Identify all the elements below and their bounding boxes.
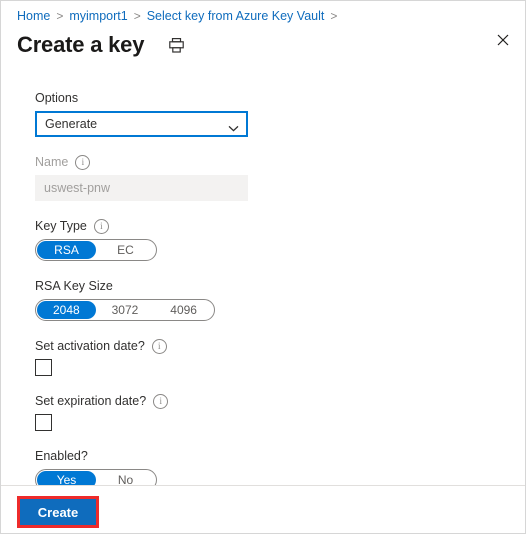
key-type-label-text: Key Type xyxy=(35,219,87,233)
page-title: Create a key xyxy=(17,32,145,57)
enabled-toggle[interactable]: Yes No xyxy=(35,469,157,485)
key-type-label: Key Type i xyxy=(35,218,509,235)
name-label-text: Name xyxy=(35,155,69,169)
create-button-highlight: Create xyxy=(17,496,99,528)
key-type-option-rsa[interactable]: RSA xyxy=(37,241,96,259)
field-activation-date: Set activation date? i xyxy=(35,338,509,376)
name-input: uswest-pnw xyxy=(35,175,248,201)
key-type-toggle[interactable]: RSA EC xyxy=(35,239,157,261)
rsa-key-size-toggle[interactable]: 2048 3072 4096 xyxy=(35,299,215,321)
info-icon[interactable]: i xyxy=(151,339,167,354)
create-button[interactable]: Create xyxy=(20,499,96,525)
close-icon[interactable] xyxy=(491,28,515,52)
rsa-key-size-label: RSA Key Size xyxy=(35,279,113,293)
expiration-date-checkbox[interactable] xyxy=(35,414,52,431)
activation-date-checkbox[interactable] xyxy=(35,359,52,376)
printer-icon[interactable] xyxy=(166,35,186,55)
create-key-blade: Home > myimport1 > Select key from Azure… xyxy=(0,0,526,534)
key-type-option-ec[interactable]: EC xyxy=(96,241,155,259)
field-expiration-date: Set expiration date? i xyxy=(35,393,509,431)
chevron-down-icon xyxy=(228,121,239,131)
breadcrumb-separator-icon: > xyxy=(56,9,64,23)
expiration-date-label: Set expiration date? i xyxy=(35,393,509,410)
field-key-type: Key Type i RSA EC xyxy=(35,218,509,261)
enabled-label: Enabled? xyxy=(35,449,88,463)
form-area: Options Generate Name i uswest-pnw Key T… xyxy=(1,60,525,485)
info-icon[interactable]: i xyxy=(75,155,91,170)
breadcrumb: Home > myimport1 > Select key from Azure… xyxy=(1,1,525,24)
title-row: Create a key xyxy=(1,24,525,60)
rsa-key-size-option-4096[interactable]: 4096 xyxy=(154,301,213,319)
info-icon[interactable]: i xyxy=(153,394,169,409)
activation-date-label: Set activation date? i xyxy=(35,338,509,355)
options-select[interactable]: Generate xyxy=(35,111,248,137)
enabled-option-no[interactable]: No xyxy=(96,471,155,485)
rsa-key-size-option-3072[interactable]: 3072 xyxy=(96,301,155,319)
field-name: Name i uswest-pnw xyxy=(35,154,509,201)
breadcrumb-item-select-key[interactable]: Select key from Azure Key Vault xyxy=(147,8,325,24)
name-input-value: uswest-pnw xyxy=(44,181,110,195)
enabled-option-yes[interactable]: Yes xyxy=(37,471,96,485)
breadcrumb-item-myimport1[interactable]: myimport1 xyxy=(69,8,127,24)
breadcrumb-item-home[interactable]: Home xyxy=(17,8,50,24)
field-options: Options Generate xyxy=(35,90,509,137)
options-label: Options xyxy=(35,91,79,105)
expiration-date-label-text: Set expiration date? xyxy=(35,394,147,408)
activation-date-label-text: Set activation date? xyxy=(35,339,145,353)
breadcrumb-separator-icon: > xyxy=(330,9,338,23)
rsa-key-size-option-2048[interactable]: 2048 xyxy=(37,301,96,319)
footer: Create xyxy=(1,485,525,533)
field-rsa-key-size: RSA Key Size 2048 3072 4096 xyxy=(35,278,509,321)
info-icon[interactable]: i xyxy=(93,219,109,234)
name-label: Name i xyxy=(35,154,509,171)
breadcrumb-separator-icon: > xyxy=(133,9,141,23)
field-enabled: Enabled? Yes No xyxy=(35,448,509,485)
options-select-value: Generate xyxy=(45,117,98,131)
